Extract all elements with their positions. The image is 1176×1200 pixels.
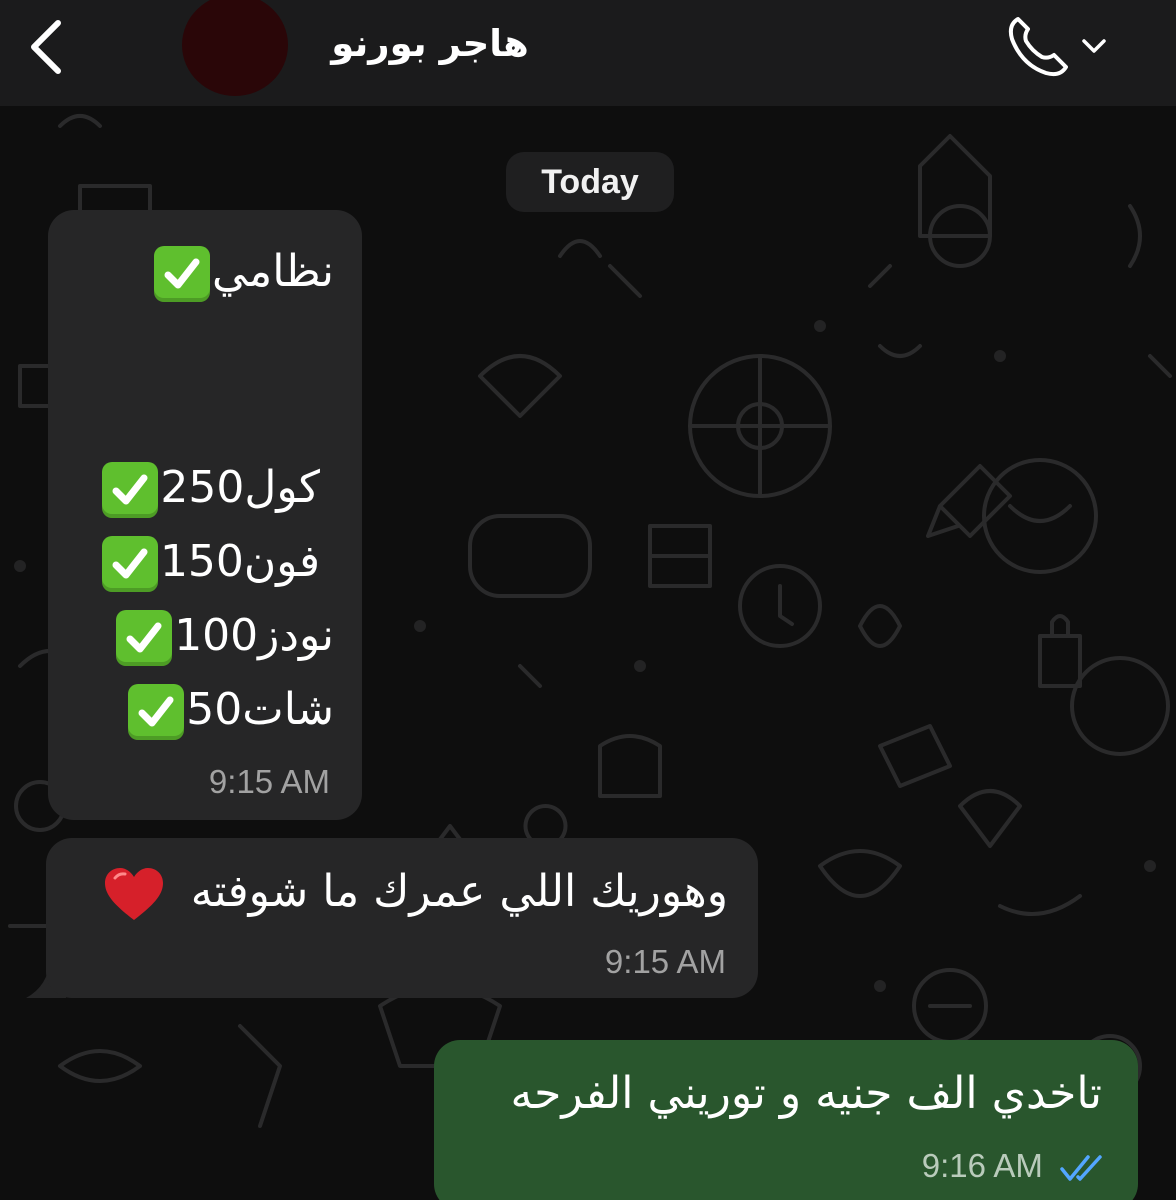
message-time-row: 9:16 AM xyxy=(922,1146,1108,1186)
message-line: فون150 xyxy=(100,532,320,592)
outgoing-message-bubble[interactable]: تاخدي الف جنيه و توريني الفرحه 9:16 AM xyxy=(434,1040,1138,1200)
message-line: وهوريك اللي عمرك ما شوفته xyxy=(103,862,728,922)
back-button[interactable] xyxy=(14,12,78,82)
chevron-down-icon xyxy=(1082,39,1106,53)
message-time: 9:16 AM xyxy=(921,1147,1043,1184)
message-line: كول250 xyxy=(100,458,320,518)
message-time: 9:15 AM xyxy=(604,943,726,980)
incoming-message-bubble[interactable]: وهوريك اللي عمرك ما شوفته 9:15 AM xyxy=(46,838,758,998)
chevron-left-icon xyxy=(31,20,61,74)
check-mark-icon xyxy=(101,536,158,592)
message-text: وهوريك اللي عمرك ما شوفته xyxy=(190,866,728,917)
message-line-text: فون150 xyxy=(159,536,320,587)
message-line: نودز100 xyxy=(114,606,334,666)
message-line: شات50 xyxy=(126,680,334,740)
message-line-text: نظامي xyxy=(212,246,334,297)
double-check-icon xyxy=(1060,1155,1102,1182)
message-line: تاخدي الف جنيه و توريني الفرحه xyxy=(511,1064,1102,1124)
chat-header: هاجر بورنو xyxy=(0,0,1176,106)
contact-name[interactable]: هاجر بورنو xyxy=(300,14,560,74)
contact-avatar[interactable] xyxy=(182,0,288,96)
check-mark-icon xyxy=(154,246,210,302)
red-heart-icon xyxy=(104,868,163,920)
chat-screen: هاجر بورنو Today نظامي كول250 فون150 نود… xyxy=(0,0,1176,1200)
check-mark-icon xyxy=(128,684,185,740)
message-line-text: كول250 xyxy=(160,462,320,513)
message-line: نظامي xyxy=(152,242,334,302)
phone-icon xyxy=(1008,17,1068,77)
check-mark-icon xyxy=(102,462,159,518)
message-line-text: شات50 xyxy=(186,684,334,735)
message-line-text: نودز100 xyxy=(174,610,334,661)
message-time: 9:15 AM xyxy=(208,763,330,800)
date-separator: Today xyxy=(506,152,674,212)
check-mark-icon xyxy=(116,610,173,666)
incoming-message-bubble[interactable]: نظامي كول250 فون150 نودز100 شات50 9:15 A… xyxy=(48,210,362,820)
call-button[interactable] xyxy=(1000,8,1112,84)
message-text: تاخدي الف جنيه و توريني الفرحه xyxy=(510,1068,1102,1119)
